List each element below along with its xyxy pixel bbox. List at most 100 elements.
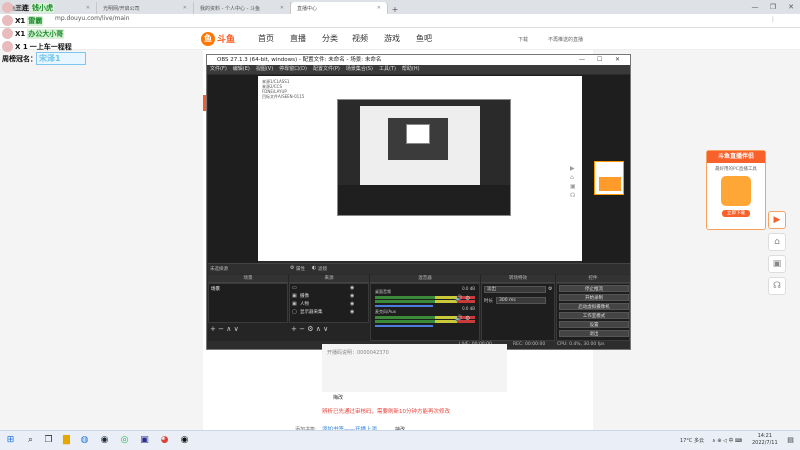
exit-button[interactable]: 退出	[559, 330, 629, 337]
play-icon[interactable]: ▶	[768, 211, 786, 229]
cpu-usage: CPU: 0.4%, 30.00 fps	[557, 342, 605, 347]
browser-tab-2[interactable]: 光明网/开启公司 ✕	[97, 2, 194, 14]
close-icon[interactable]: ✕	[280, 5, 284, 11]
add-icon[interactable]: +	[291, 325, 297, 333]
chrome-icon[interactable]: ◕	[158, 434, 171, 447]
extensions-icon[interactable]: ⋮	[770, 16, 776, 23]
chat-prefix: X1	[15, 16, 26, 25]
douyu-logo[interactable]: 鱼 斗鱼	[201, 30, 241, 47]
fish-icon: 鱼	[201, 31, 215, 46]
add-icon[interactable]: +	[210, 325, 216, 333]
gear-icon[interactable]: ⚙	[465, 315, 470, 322]
nested-preview	[360, 106, 480, 186]
weather[interactable]: 17°C 多云	[680, 437, 704, 444]
download-link[interactable]: 下载	[518, 36, 528, 43]
menu-tools[interactable]: 工具(T)	[379, 65, 396, 74]
eye-icon[interactable]: ◉	[350, 301, 354, 307]
search-icon[interactable]: ⌕	[24, 434, 37, 447]
nav-live[interactable]: 直播	[290, 33, 306, 44]
minimize-icon[interactable]: —	[746, 0, 764, 14]
home-icon[interactable]: ⌂	[768, 233, 786, 251]
nav-video[interactable]: 视频	[352, 33, 368, 44]
filter-icon[interactable]: ◐	[312, 265, 316, 271]
header-user-link[interactable]: 不再推送的直播	[548, 36, 583, 43]
menu-edit[interactable]: 编辑(E)	[233, 65, 250, 74]
tray-icons[interactable]: ∧ ⊕ ◁ 中 ⌨	[712, 437, 742, 444]
notification-icon[interactable]: ▤	[784, 434, 797, 447]
time: 14:21	[757, 433, 773, 439]
chat-highlight: 钱小虎	[31, 2, 54, 13]
nav-fishbar[interactable]: 鱼吧	[416, 33, 432, 44]
remove-icon[interactable]: −	[218, 325, 224, 333]
gear-icon[interactable]: ⚙	[307, 325, 313, 333]
maximize-icon[interactable]: ❐	[764, 0, 782, 14]
filters-button[interactable]: 滤镜	[318, 266, 327, 272]
menu-docks[interactable]: 停靠窗口(D)	[279, 65, 307, 74]
close-icon[interactable]: ✕	[377, 5, 381, 11]
browser-tab-3[interactable]: 我的资料 - 个人中心 - 斗鱼 ✕	[194, 2, 291, 14]
address-bar: ← → ↻ mp.douyu.com/live/main ⋮	[0, 14, 800, 28]
premiere-icon[interactable]: ▣	[138, 434, 151, 447]
start-recording-button[interactable]: 开始录制	[559, 294, 629, 301]
menu-profile[interactable]: 配置文件(P)	[313, 65, 340, 74]
move-up-icon[interactable]: ∧	[316, 325, 321, 333]
close-icon[interactable]: ✕	[183, 5, 187, 11]
source-item[interactable]: 摄像	[300, 293, 309, 299]
nav-games[interactable]: 游戏	[384, 33, 400, 44]
menu-view[interactable]: 视图(V)	[256, 65, 273, 74]
stop-streaming-button[interactable]: 停止推流	[559, 285, 629, 292]
eye-icon[interactable]: ◉	[350, 309, 354, 315]
move-down-icon[interactable]: ∨	[234, 325, 239, 333]
folder-icon[interactable]: ▇	[60, 434, 73, 447]
source-item[interactable]: 人物	[300, 301, 309, 307]
gear-icon[interactable]: ⚙	[290, 265, 294, 271]
obs-preview[interactable]: 来源1/CLASS1 来源2/CCS FDNE/LAYUP 目标文件A/SEEN…	[208, 75, 630, 266]
virtual-camera-button[interactable]: 启动虚拟摄像机	[559, 303, 629, 310]
eye-icon[interactable]: ◉	[350, 293, 354, 299]
sources-list: 摄像 人物 显示器采集 ◉ ◉ ◉ ◉ ▭ ▣ ▣ ▢	[289, 283, 369, 323]
start-icon[interactable]: ⊞	[4, 434, 17, 447]
duration-field[interactable]: 300 ms	[496, 297, 546, 304]
edge-icon[interactable]: ◍	[78, 434, 91, 447]
channel-db: 0.0 dB	[462, 306, 475, 311]
download-button[interactable]: 立即下载	[722, 210, 750, 217]
menu-file[interactable]: 文件(F)	[210, 65, 227, 74]
browser-tab-4[interactable]: 直播中心 ✕	[291, 2, 388, 14]
task-view-icon[interactable]: ❐	[42, 434, 55, 447]
new-tab-button[interactable]: +	[388, 5, 402, 14]
browser-tab-strip: 斗鱼直播 ✕ 光明网/开启公司 ✕ 我的资料 - 个人中心 - 斗鱼 ✕ 直播中心 ✕ …	[0, 0, 800, 14]
ad-subtitle: 最好用的PC直播工具	[715, 167, 757, 172]
menu-scene-collection[interactable]: 场景集合(S)	[346, 65, 373, 74]
nav-home[interactable]: 首页	[258, 33, 274, 44]
clock[interactable]: 14:21 2022/7/11	[752, 433, 778, 447]
obs-icon[interactable]: ◉	[178, 434, 191, 447]
wechat-icon[interactable]: ◎	[118, 434, 131, 447]
close-icon[interactable]: ✕	[615, 55, 620, 65]
volume-slider[interactable]	[375, 325, 433, 327]
move-down-icon[interactable]: ∨	[323, 325, 328, 333]
menu-help[interactable]: 帮助(H)	[402, 65, 420, 74]
transition-select[interactable]: 淡出	[484, 286, 546, 293]
eye-icon[interactable]: ◉	[350, 285, 354, 291]
maximize-icon[interactable]: ☐	[597, 55, 602, 65]
speaker-icon[interactable]: 🔊	[455, 295, 462, 302]
nav-category[interactable]: 分类	[322, 33, 338, 44]
properties-button[interactable]: 属性	[296, 266, 305, 272]
scene-item[interactable]: 场景	[211, 286, 220, 292]
screen-icon[interactable]: ▣	[768, 255, 786, 273]
speaker-icon[interactable]: 🔊	[455, 315, 462, 322]
headset-icon[interactable]: ☊	[768, 277, 786, 295]
companion-ad[interactable]: 斗鱼直播伴侣 最好用的PC直播工具 立即下载	[706, 150, 766, 230]
steam-icon[interactable]: ◉	[98, 434, 111, 447]
settings-button[interactable]: 设置	[559, 321, 629, 328]
close-window-icon[interactable]: ✕	[782, 0, 800, 14]
source-item[interactable]: 显示器采集	[300, 309, 323, 315]
avatar	[2, 15, 13, 26]
gear-icon[interactable]: ⚙	[548, 286, 552, 292]
gear-icon[interactable]: ⚙	[465, 295, 470, 302]
remove-icon[interactable]: −	[299, 325, 305, 333]
minimize-icon[interactable]: —	[579, 55, 585, 65]
studio-mode-button[interactable]: 工作室模式	[559, 312, 629, 319]
move-up-icon[interactable]: ∧	[226, 325, 231, 333]
channel-label: 麦克风/Aux	[375, 309, 396, 314]
